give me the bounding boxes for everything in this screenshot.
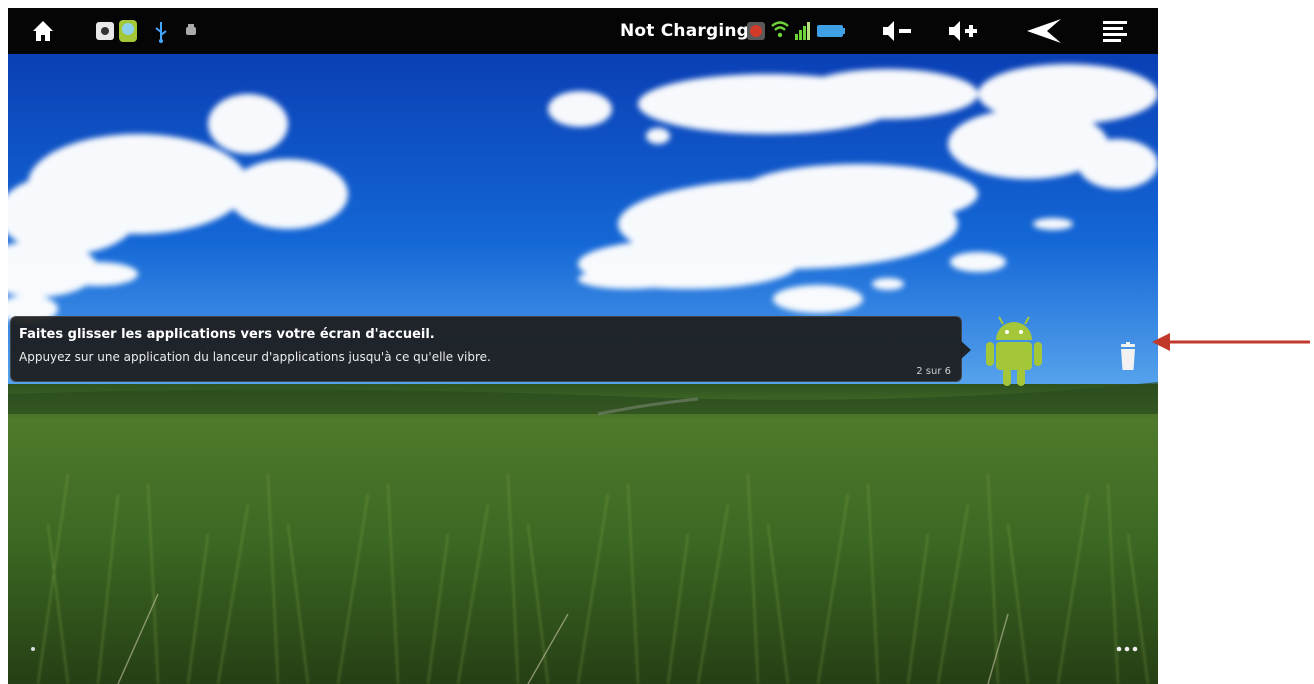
page-indicator-left-icon [31, 647, 35, 651]
battery-icon [817, 25, 845, 37]
android-screen: Not Charging Faites glisser les applicat… [8, 8, 1158, 684]
back-icon[interactable] [1023, 8, 1063, 54]
status-bar: Not Charging [8, 8, 1158, 54]
volume-up-icon[interactable] [945, 8, 979, 54]
tooltip-pointer [961, 341, 971, 359]
menu-icon[interactable] [1101, 8, 1129, 54]
usb-icon [155, 22, 167, 43]
tooltip-body: Appuyez sur une application du lanceur d… [19, 350, 491, 364]
tooltip-title: Faites glisser les applications vers vot… [19, 327, 435, 342]
annotation-arrow [1152, 333, 1310, 351]
battery-saver-icon [747, 22, 765, 40]
launcher-hint-tooltip[interactable]: Faites glisser les applications vers vot… [10, 316, 962, 382]
charging-status: Not Charging [620, 21, 750, 41]
tooltip-page-indicator: 2 sur 6 [916, 366, 951, 377]
page-dots-icon[interactable] [1114, 644, 1144, 654]
home-icon[interactable] [31, 8, 55, 54]
wifi-icon [771, 21, 789, 38]
android-notification-icon [119, 20, 137, 42]
trash-icon[interactable] [1118, 342, 1138, 372]
debug-icon [186, 24, 196, 35]
volume-down-icon[interactable] [879, 8, 913, 54]
notification-app-icon [96, 22, 114, 40]
signal-icon [795, 22, 810, 40]
android-robot-icon [986, 316, 1042, 386]
